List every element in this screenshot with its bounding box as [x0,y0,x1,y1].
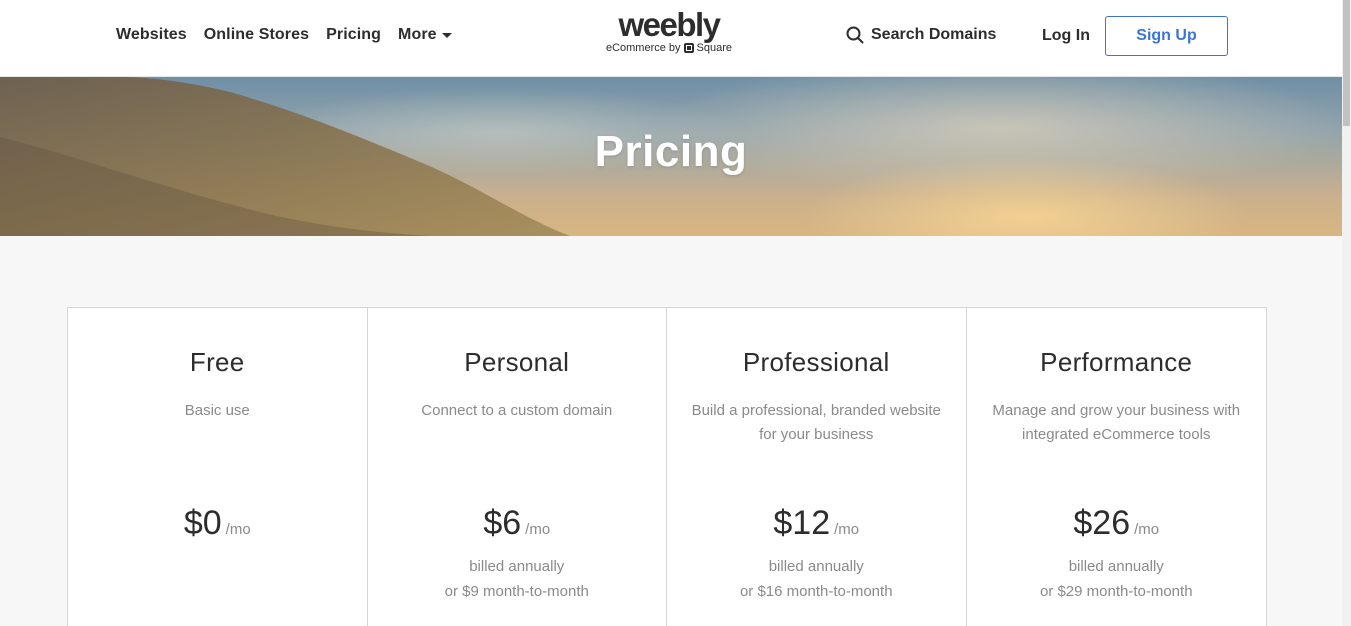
login-link[interactable]: Log In [1042,27,1090,45]
search-domains-link[interactable]: Search Domains [846,26,996,44]
plan-card-performance: Performance Manage and grow your busines… [967,308,1267,626]
plan-name: Performance [1040,347,1193,377]
nav-item-label: Websites [116,26,187,43]
price-amount: $0 [183,504,222,542]
plan-card-free: Free Basic use $0 /mo [68,308,368,626]
page-title: Pricing [594,127,748,176]
price-amount: $6 [483,504,522,542]
weebly-logo[interactable]: weebly eCommerce by Square [604,6,734,55]
plan-price: $26 /mo [967,504,1267,543]
plan-billing: billed annually or $29 month-to-month [967,554,1267,604]
nav-item-online-stores[interactable]: Online Stores [204,26,309,44]
plan-card-personal: Personal Connect to a custom domain $6 /… [368,308,667,626]
plan-price: $0 /mo [68,504,367,543]
search-domains-label: Search Domains [871,26,997,43]
nav-item-label: Pricing [326,26,382,43]
nav-item-label: More [398,26,437,43]
logo-tagline-prefix: eCommerce by [605,42,681,54]
nav-item-label: Online Stores [203,26,310,43]
price-amount: $26 [1073,504,1131,542]
billing-monthly: or $29 month-to-month [1039,583,1193,600]
pricing-plans: Free Basic use $0 /mo Personal Connect t… [67,307,1267,626]
plan-price: $6 /mo [368,504,667,543]
price-unit: /mo [525,521,551,538]
plan-card-professional: Professional Build a professional, brand… [667,308,967,626]
price-unit: /mo [225,521,251,538]
plan-description: Manage and grow your business with integ… [992,402,1241,443]
price-amount: $12 [773,504,831,542]
top-navigation-bar: Websites Online Stores Pricing More weeb… [0,0,1342,77]
plan-name: Personal [464,347,570,377]
main-nav: Websites Online Stores Pricing More [116,26,469,44]
billing-monthly: or $9 month-to-month [444,583,589,600]
plan-name: Professional [742,347,890,377]
logo-wordmark: weebly [618,6,721,43]
plan-description: Connect to a custom domain [421,402,613,419]
plan-name: Free [189,347,245,377]
nav-item-pricing[interactable]: Pricing [326,26,381,44]
pricing-hero-banner: Pricing [0,77,1342,236]
plan-description: Build a professional, branded website fo… [691,402,941,443]
square-logo-icon [683,43,694,53]
billing-annual: billed annually [768,558,864,575]
price-unit: /mo [1134,521,1160,538]
price-unit: /mo [834,521,860,538]
billing-monthly: or $16 month-to-month [739,583,893,600]
billing-annual: billed annually [469,558,565,575]
plan-billing: billed annually or $16 month-to-month [667,554,966,604]
vertical-scrollbar[interactable] [1342,0,1351,626]
search-icon [846,26,864,44]
logo-tagline-brand: Square [696,42,733,54]
plan-price: $12 /mo [667,504,966,543]
nav-item-websites[interactable]: Websites [116,26,187,44]
nav-item-more[interactable]: More [398,26,452,44]
plan-description: Basic use [184,402,250,419]
logo-tagline: eCommerce by Square [604,42,734,54]
signup-button[interactable]: Sign Up [1105,16,1228,56]
plan-billing: billed annually or $9 month-to-month [368,554,667,604]
scrollbar-thumb[interactable] [1343,0,1350,126]
caret-down-icon [441,33,452,38]
billing-annual: billed annually [1068,558,1164,575]
